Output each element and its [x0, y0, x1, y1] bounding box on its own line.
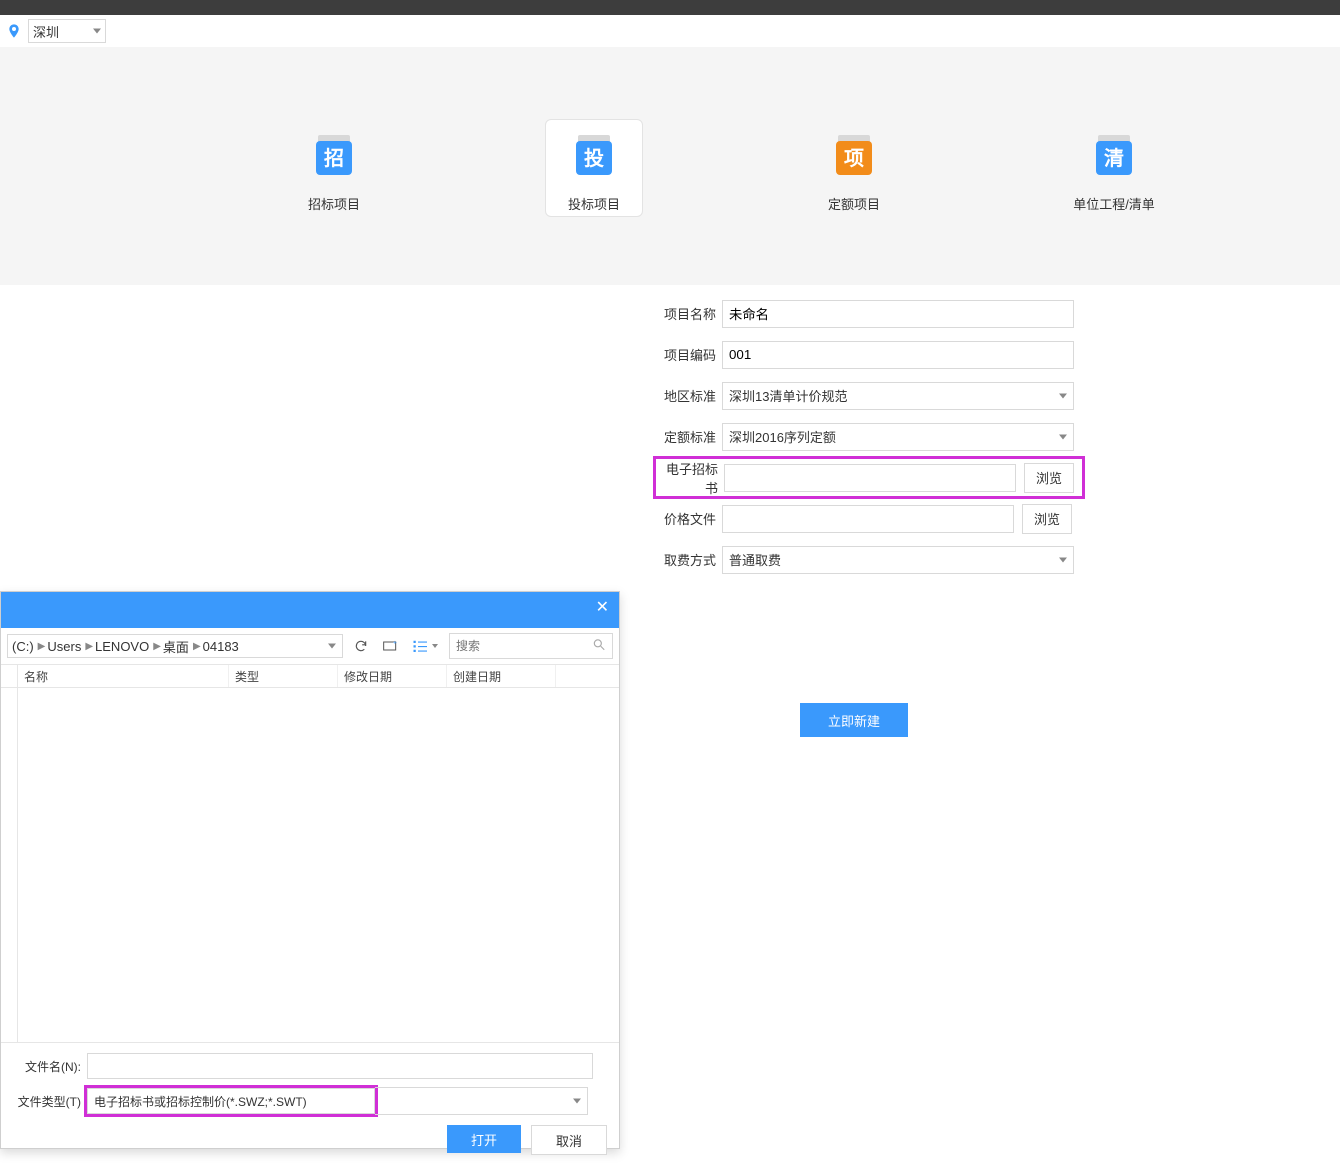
file-open-dialog: ✕ (C:)▶Users▶LENOVO▶桌面▶04183 + — [0, 591, 620, 1149]
project-type-2[interactable]: 项定额项目 — [805, 119, 903, 217]
dropdown-arrow-icon — [93, 29, 101, 34]
filetype-value: 电子招标书或招标控制价(*.SWZ;*.SWT) — [94, 1093, 307, 1110]
view-list-button[interactable] — [409, 634, 441, 658]
label-region-standard: 地区标准 — [654, 386, 716, 405]
column-modified[interactable]: 修改日期 — [338, 665, 447, 687]
dropdown-arrow-icon — [432, 644, 438, 648]
file-dialog-toolbar: (C:)▶Users▶LENOVO▶桌面▶04183 + — [1, 628, 619, 664]
column-type[interactable]: 类型 — [229, 665, 338, 687]
project-type-icon: 招 — [307, 128, 361, 182]
dropdown-arrow-icon — [1059, 434, 1067, 439]
label-quota-standard: 定额标准 — [654, 427, 716, 446]
location-bar: 深圳 — [0, 15, 1340, 47]
file-list[interactable] — [18, 688, 619, 1042]
browse-e-tender-button[interactable]: 浏览 — [1024, 463, 1074, 493]
input-filename[interactable] — [87, 1053, 593, 1079]
project-type-1[interactable]: 投投标项目 — [545, 119, 643, 217]
project-type-icon: 清 — [1087, 128, 1141, 182]
svg-text:招: 招 — [324, 147, 344, 170]
dropdown-arrow-icon — [1059, 557, 1067, 562]
project-type-icon: 投 — [567, 128, 621, 182]
cancel-button[interactable]: 取消 — [531, 1125, 607, 1155]
chevron-right-icon: ▶ — [153, 641, 161, 652]
project-type-3[interactable]: 清单位工程/清单 — [1065, 119, 1163, 217]
create-button[interactable]: 立即新建 — [800, 703, 908, 737]
select-fee-method[interactable]: 普通取费 — [722, 546, 1074, 574]
select-quota-standard[interactable]: 深圳2016序列定额 — [722, 423, 1074, 451]
file-dialog-footer: 文件名(N): 文件类型(T) 电子招标书或招标控制价(*.SWZ;*.SWT)… — [1, 1042, 619, 1167]
location-select[interactable]: 深圳 — [28, 19, 106, 43]
project-type-icon: 项 — [827, 128, 881, 182]
label-project-name: 项目名称 — [654, 304, 716, 323]
input-project-name[interactable] — [722, 300, 1074, 328]
select-quota-standard-value: 深圳2016序列定额 — [729, 427, 836, 446]
label-filename: 文件名(N): — [13, 1058, 81, 1075]
select-region-standard-value: 深圳13清单计价规范 — [729, 386, 847, 405]
column-name[interactable]: 名称 — [18, 665, 229, 687]
path-breadcrumb[interactable]: (C:)▶Users▶LENOVO▶桌面▶04183 — [7, 634, 343, 658]
search-icon — [592, 638, 606, 655]
project-type-area: 招招标项目 投投标项目 项定额项目 清单位工程/清单 单 — [0, 47, 1340, 285]
select-region-standard[interactable]: 深圳13清单计价规范 — [722, 382, 1074, 410]
chevron-right-icon: ▶ — [38, 641, 46, 652]
label-project-code: 项目编码 — [654, 345, 716, 364]
project-type-label: 投标项目 — [568, 194, 620, 213]
path-segment[interactable]: (C:) — [12, 639, 34, 654]
file-search-field[interactable] — [454, 638, 608, 654]
file-list-header: 名称 类型 修改日期 创建日期 — [1, 664, 619, 688]
path-segment[interactable]: LENOVO — [95, 639, 149, 654]
project-form: 项目名称 项目编码 地区标准 深圳13清单计价规范 定额标准 深圳2016序列定… — [654, 293, 1084, 580]
file-list-body — [1, 688, 619, 1042]
dropdown-arrow-icon — [1059, 393, 1067, 398]
file-tree-sidebar[interactable] — [1, 688, 18, 1042]
project-type-label: 单位工程/清单 — [1073, 194, 1155, 213]
input-project-code[interactable] — [722, 341, 1074, 369]
label-price-file: 价格文件 — [654, 509, 716, 528]
chevron-right-icon: ▶ — [85, 641, 93, 652]
label-e-tender: 电子招标书 — [656, 459, 718, 497]
file-dialog-titlebar[interactable]: ✕ — [1, 592, 619, 628]
dropdown-arrow-icon — [328, 644, 336, 649]
project-type-4[interactable]: 单 — [1325, 119, 1340, 217]
chevron-right-icon: ▶ — [193, 641, 201, 652]
file-search-input[interactable] — [449, 633, 613, 659]
svg-text:项: 项 — [844, 147, 864, 170]
app-title-bar — [0, 0, 1340, 15]
new-folder-button[interactable]: + — [379, 634, 403, 658]
close-icon[interactable]: ✕ — [596, 600, 609, 616]
select-filetype[interactable]: 电子招标书或招标控制价(*.SWZ;*.SWT) — [87, 1088, 375, 1114]
svg-text:投: 投 — [584, 146, 604, 170]
path-segment[interactable]: Users — [47, 639, 81, 654]
dropdown-arrow-icon — [573, 1099, 581, 1104]
input-e-tender[interactable] — [724, 464, 1016, 492]
project-type-0[interactable]: 招招标项目 — [285, 119, 383, 217]
svg-text:清: 清 — [1104, 146, 1124, 170]
path-segment[interactable]: 桌面 — [163, 637, 189, 656]
open-button[interactable]: 打开 — [447, 1125, 521, 1153]
label-filetype: 文件类型(T) — [13, 1093, 81, 1110]
project-type-label: 定额项目 — [828, 194, 880, 213]
input-price-file[interactable] — [722, 505, 1014, 533]
row-e-tender: 电子招标书 浏览 — [654, 457, 1084, 498]
location-value: 深圳 — [33, 22, 59, 41]
path-segment[interactable]: 04183 — [203, 639, 239, 654]
column-created[interactable]: 创建日期 — [447, 665, 556, 687]
browse-price-file-button[interactable]: 浏览 — [1022, 504, 1072, 534]
location-pin-icon — [6, 23, 22, 39]
project-type-label: 招标项目 — [308, 194, 360, 213]
refresh-button[interactable] — [349, 634, 373, 658]
label-fee-method: 取费方式 — [654, 550, 716, 569]
svg-text:+: + — [393, 640, 397, 647]
select-fee-method-value: 普通取费 — [729, 550, 781, 569]
